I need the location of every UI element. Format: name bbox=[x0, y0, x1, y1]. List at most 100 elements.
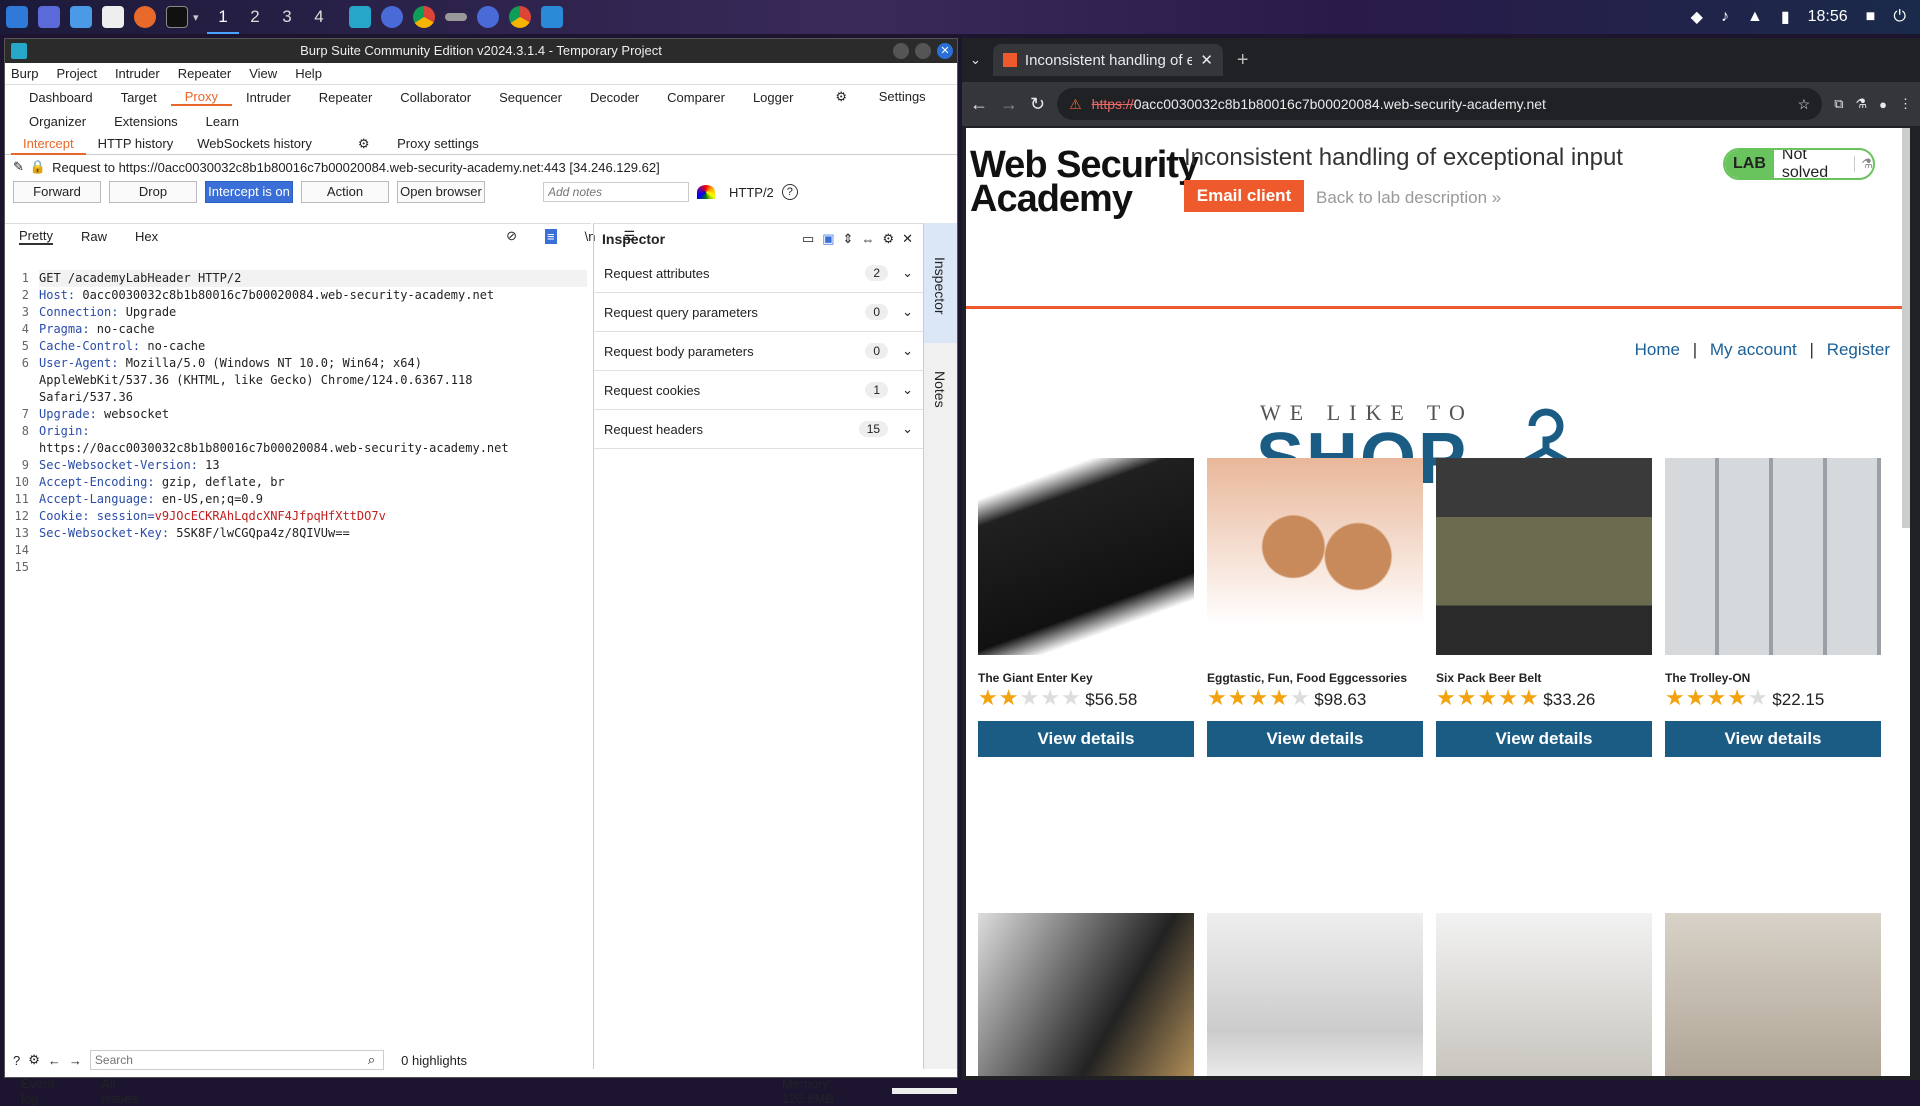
burp-task-icon[interactable] bbox=[349, 6, 371, 28]
request-line[interactable]: GET /academyLabHeader HTTP/2 bbox=[39, 270, 587, 287]
terminal-icon[interactable] bbox=[166, 6, 188, 28]
menu-view[interactable]: View bbox=[249, 66, 277, 81]
forward-arrow-icon[interactable]: → bbox=[69, 1053, 82, 1068]
tab-extensions[interactable]: Extensions bbox=[100, 114, 192, 129]
back-arrow-icon[interactable]: ← bbox=[970, 94, 988, 115]
extensions-icon[interactable]: ⧉ bbox=[1834, 96, 1843, 112]
inspector-row-attributes[interactable]: Request attributes 2 ⌄ bbox=[594, 254, 923, 293]
back-arrow-icon[interactable]: ← bbox=[48, 1053, 61, 1068]
hide-icon[interactable]: ⊘ bbox=[506, 228, 517, 244]
chrome-task-icon-2[interactable] bbox=[509, 6, 531, 28]
tab-logger[interactable]: Logger bbox=[739, 90, 807, 105]
pencil-icon[interactable]: ✎ bbox=[13, 159, 24, 175]
menu-intruder[interactable]: Intruder bbox=[115, 66, 160, 81]
highlight-color-icon[interactable] bbox=[697, 185, 715, 199]
request-line[interactable]: Cache-Control: no-cache bbox=[39, 338, 587, 355]
close-button[interactable]: ✕ bbox=[937, 43, 953, 59]
tab-learn[interactable]: Learn bbox=[192, 114, 253, 129]
request-line[interactable]: Host: 0acc0030032c8b1b80016c7b00020084.w… bbox=[39, 287, 587, 304]
menu-repeater[interactable]: Repeater bbox=[178, 66, 231, 81]
tab-hex[interactable]: Hex bbox=[135, 229, 158, 244]
gear-icon[interactable]: ⚙ bbox=[28, 1052, 40, 1068]
desktop-icon[interactable] bbox=[38, 6, 60, 28]
search-icon[interactable]: ⌕ bbox=[368, 1052, 375, 1068]
wsa-logo[interactable]: Web Security Academy bbox=[970, 146, 1199, 218]
product-image[interactable] bbox=[978, 913, 1194, 1076]
bookmark-star-icon[interactable]: ☆ bbox=[1798, 96, 1811, 113]
request-line[interactable]: Sec-Websocket-Key: 5SK8F/lwCGQpa4z/8QIVU… bbox=[39, 525, 587, 542]
request-line[interactable]: Pragma: no-cache bbox=[39, 321, 587, 338]
subtab-intercept[interactable]: Intercept bbox=[11, 133, 86, 155]
expand-icon[interactable]: ⇕ bbox=[843, 231, 854, 247]
request-line[interactable]: Safari/537.36 bbox=[39, 389, 587, 406]
app-launcher-icon[interactable] bbox=[6, 6, 28, 28]
close-tab-icon[interactable]: ✕ bbox=[1200, 51, 1213, 69]
view-details-button[interactable]: View details bbox=[1436, 721, 1652, 757]
workspace-3[interactable]: 3 bbox=[271, 0, 303, 34]
tab-settings[interactable]: ⚙ Settings bbox=[807, 89, 953, 105]
product-image[interactable] bbox=[1436, 913, 1652, 1076]
product-image[interactable] bbox=[1665, 458, 1881, 655]
menu-icon[interactable]: ⋮ bbox=[1899, 96, 1912, 112]
request-line[interactable] bbox=[39, 542, 587, 559]
view-details-button[interactable]: View details bbox=[1207, 721, 1423, 757]
site-info-icon[interactable]: ⚠ bbox=[1069, 96, 1082, 113]
address-bar[interactable]: ⚠ https://0acc0030032c8b1b80016c7b000200… bbox=[1057, 88, 1823, 120]
subtab-websockets-history[interactable]: WebSockets history bbox=[185, 133, 324, 155]
document-icon[interactable] bbox=[102, 6, 124, 28]
tab-search-icon[interactable]: ⌄ bbox=[970, 52, 981, 68]
nav-home[interactable]: Home bbox=[1635, 340, 1680, 359]
request-text[interactable]: GET /academyLabHeader HTTP/2 Host: 0acc00… bbox=[39, 270, 587, 576]
side-tab-inspector[interactable]: Inspector bbox=[924, 223, 957, 343]
wifi-icon[interactable]: ◆ bbox=[1691, 7, 1703, 27]
tab-organizer[interactable]: Organizer bbox=[15, 114, 100, 129]
side-tab-notes[interactable]: Notes bbox=[924, 347, 957, 427]
minimize-button[interactable] bbox=[893, 43, 909, 59]
request-line[interactable]: Upgrade: websocket bbox=[39, 406, 587, 423]
product-image[interactable] bbox=[1436, 458, 1652, 655]
wrap-icon[interactable]: ≡ bbox=[545, 228, 557, 244]
request-editor[interactable]: Pretty Raw Hex ⊘ ≡ \n ☰ 123456 78 9 10 11 1… bbox=[5, 223, 635, 1069]
workspace-1[interactable]: 1 bbox=[207, 0, 239, 34]
email-client-button[interactable]: Email client bbox=[1184, 180, 1304, 212]
window-task-icon[interactable] bbox=[445, 13, 467, 21]
request-line[interactable]: Accept-Encoding: gzip, deflate, br bbox=[39, 474, 587, 491]
volume-icon[interactable]: ♪ bbox=[1721, 8, 1729, 26]
vscode-task-icon[interactable] bbox=[541, 6, 563, 28]
request-line[interactable]: Sec-Websocket-Version: 13 bbox=[39, 457, 587, 474]
event-log-link[interactable]: Event log bbox=[21, 1076, 71, 1106]
subtab-http-history[interactable]: HTTP history bbox=[86, 133, 186, 155]
nav-register[interactable]: Register bbox=[1827, 340, 1890, 359]
request-line[interactable]: Cookie: session=v9JOcECKRAhLqdcXNF4JfpqH… bbox=[39, 508, 587, 525]
chrome-task-icon[interactable] bbox=[413, 6, 435, 28]
help-icon[interactable]: ? bbox=[13, 1053, 20, 1068]
help-icon[interactable]: ? bbox=[781, 184, 798, 200]
back-to-description-link[interactable]: Back to lab description » bbox=[1316, 188, 1501, 208]
forward-button[interactable]: Forward bbox=[13, 181, 101, 203]
search-input[interactable] bbox=[89, 1050, 384, 1070]
inspector-row-cookies[interactable]: Request cookies 1 ⌄ bbox=[594, 371, 923, 410]
inspector-row-headers[interactable]: Request headers 15 ⌄ bbox=[594, 410, 923, 449]
clock[interactable]: 18:56 bbox=[1808, 8, 1848, 26]
all-issues-link[interactable]: All issues bbox=[101, 1076, 152, 1106]
tab-sequencer[interactable]: Sequencer bbox=[485, 90, 576, 105]
intercept-toggle-button[interactable]: Intercept is on bbox=[205, 181, 293, 203]
product-image[interactable] bbox=[1207, 458, 1423, 655]
action-button[interactable]: Action bbox=[301, 181, 389, 203]
tab-repeater[interactable]: Repeater bbox=[305, 90, 386, 105]
menu-burp[interactable]: Burp bbox=[11, 66, 38, 81]
product-image[interactable] bbox=[978, 458, 1194, 655]
request-line[interactable]: AppleWebKit/537.36 (KHTML, like Gecko) C… bbox=[39, 372, 587, 389]
chrome-tab-active[interactable]: Inconsistent handling of e ✕ bbox=[992, 44, 1223, 76]
tab-proxy[interactable]: Proxy bbox=[170, 89, 232, 106]
bell-icon[interactable]: ▲ bbox=[1747, 8, 1763, 26]
tab-comparer[interactable]: Comparer bbox=[653, 90, 739, 105]
maximize-button[interactable] bbox=[915, 43, 931, 59]
gear-icon[interactable]: ⚙ bbox=[882, 231, 894, 247]
view-details-button[interactable]: View details bbox=[1665, 721, 1881, 757]
tab-decoder[interactable]: Decoder bbox=[576, 90, 653, 105]
power-icon[interactable]: ⏻ bbox=[1893, 8, 1906, 26]
http-version-label[interactable]: HTTP/2 bbox=[729, 185, 774, 200]
forward-arrow-icon[interactable]: → bbox=[1000, 94, 1018, 115]
collapse-icon[interactable]: ⇔ bbox=[861, 232, 874, 247]
